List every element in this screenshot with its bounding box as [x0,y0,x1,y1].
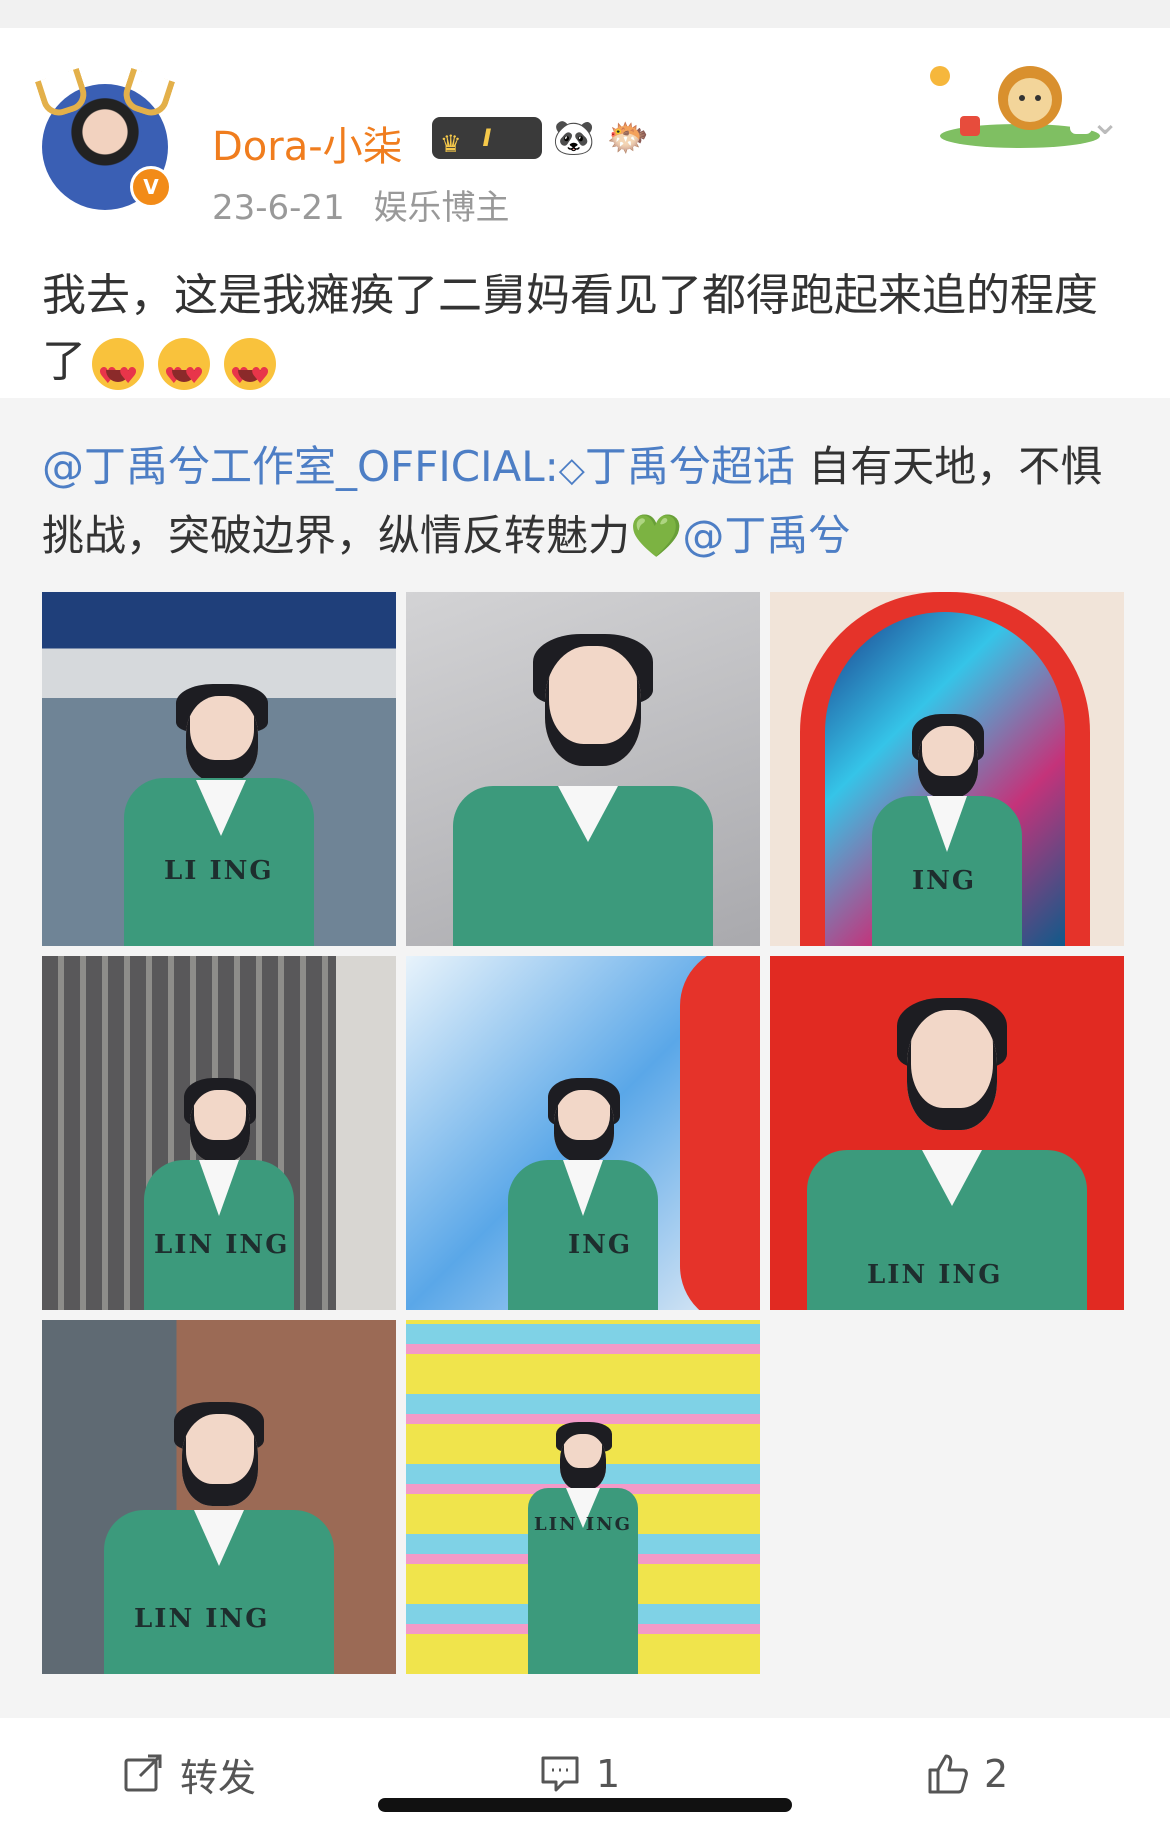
crown-icon: ♛ [440,130,462,158]
photo-3[interactable]: ING [770,592,1124,946]
post-text: 我去，这是我瘫痪了二舅妈看见了都得跑起来追的程度了 [42,263,1132,410]
emoji-group [92,338,276,410]
photo-7[interactable]: LIN ING [42,1320,396,1674]
thumbs-up-icon [928,1754,968,1794]
repost-button[interactable]: 转发 [122,1744,256,1804]
repost-text: @丁禹兮工作室_OFFICIAL:◇丁禹兮超话 自有天地，不惧挑战，突破边界，纵… [42,434,1132,569]
image-grid: LI ING ING LIN ING ING LIN ING LIN ING L… [42,592,1132,1682]
chevron-down-icon[interactable]: ⌄ [1090,105,1120,141]
reposted-content[interactable]: @丁禹兮工作室_OFFICIAL:◇丁禹兮超话 自有天地，不惧挑战，突破边界，纵… [0,398,1170,1718]
photo-2[interactable] [406,592,760,946]
action-bar: 转发 1 2 [0,1718,1170,1838]
green-heart-icon: 💚 [630,511,683,560]
mention-link[interactable]: @丁禹兮 [682,511,850,560]
share-icon [124,1754,162,1792]
repost-label: 转发 [180,1755,257,1800]
panda-icon[interactable]: 🐼 [552,116,596,160]
level-badge-label: I [482,124,492,152]
post-card: V Dora-小柒 ♛ I 🐼 🐡 23-6-21 娱乐博主 ⌄ 我去，这是我瘫… [0,28,1170,410]
comment-icon [541,1756,579,1792]
comment-button[interactable]: 1 [538,1744,620,1804]
photo-5[interactable]: ING [406,956,760,1310]
verified-badge-icon: V [130,166,172,208]
heart-eyes-emoji-icon [158,338,210,410]
supertopic-diamond-icon: ◇ [558,450,585,490]
home-indicator[interactable] [378,1798,792,1812]
username[interactable]: Dora-小柒 [212,114,403,172]
fish-icon[interactable]: 🐡 [606,116,650,160]
user-role: 娱乐博主 [373,188,510,228]
comment-count: 1 [596,1752,621,1796]
supertopic-link[interactable]: 丁禹兮超话 [585,442,795,491]
like-button[interactable]: 2 [926,1744,1008,1804]
post-meta: 23-6-21 娱乐博主 [212,180,510,229]
user-avatar[interactable]: V [34,67,176,210]
antler-decoration-right [118,67,176,121]
user-badges: ♛ I 🐼 🐡 [432,116,650,160]
heart-eyes-emoji-icon [92,338,144,410]
photo-6[interactable]: LIN ING [770,956,1124,1310]
like-count: 2 [984,1752,1009,1796]
lion-card-decoration-icon [930,66,1100,148]
photo-4[interactable]: LIN ING [42,956,396,1310]
photo-1[interactable]: LI ING [42,592,396,946]
heart-eyes-emoji-icon [224,338,276,410]
post-date: 23-6-21 [212,188,345,228]
photo-8[interactable]: LIN ING [406,1320,760,1674]
repost-author-link[interactable]: @丁禹兮工作室_OFFICIAL: [42,442,559,491]
vip-level-badge[interactable]: ♛ I [432,117,542,159]
antler-decoration-left [34,67,92,121]
